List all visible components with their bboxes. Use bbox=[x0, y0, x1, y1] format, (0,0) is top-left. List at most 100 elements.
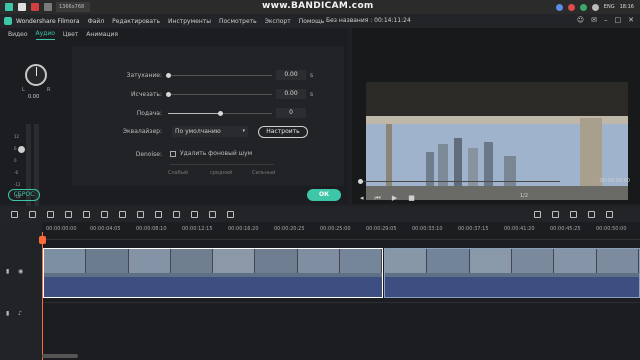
delete-icon[interactable] bbox=[47, 210, 54, 218]
record-taskbar-icon[interactable] bbox=[31, 3, 39, 11]
denoise-check-label: Удалить фоновый шум bbox=[180, 150, 253, 157]
video-frame bbox=[366, 82, 628, 200]
stabilize-icon[interactable] bbox=[173, 210, 180, 218]
playback-scrubber[interactable] bbox=[358, 179, 363, 184]
playhead-handle[interactable] bbox=[39, 236, 46, 244]
marker-icon[interactable] bbox=[552, 210, 559, 218]
ruler-tick: 00:00:20:25 bbox=[274, 226, 305, 232]
balance-knob[interactable] bbox=[25, 64, 47, 86]
menu-bar: Wondershare Filmora Файл Редактировать И… bbox=[0, 14, 640, 28]
video-track-lock-icon[interactable]: ▮ bbox=[6, 268, 9, 275]
notification-icon[interactable]: ✉ bbox=[591, 16, 597, 24]
reset-button[interactable]: СБРОС bbox=[8, 189, 40, 201]
db-scale-label: 6 bbox=[14, 146, 17, 151]
tray-app-icon[interactable] bbox=[555, 3, 563, 11]
clip-audio-waveform bbox=[44, 277, 382, 297]
step-back-icon[interactable]: ⏮ bbox=[375, 194, 381, 203]
zoom-out-icon[interactable] bbox=[588, 210, 595, 218]
wifi-icon[interactable] bbox=[591, 3, 599, 11]
denoise-track bbox=[170, 164, 274, 165]
render-icon[interactable] bbox=[534, 210, 541, 218]
tab-color[interactable]: Цвет bbox=[63, 31, 78, 40]
zoom-in-icon[interactable] bbox=[606, 210, 613, 218]
clock[interactable]: 18:16 bbox=[620, 4, 634, 10]
clip-thumbnail bbox=[596, 249, 639, 273]
pitch-input[interactable]: 0 bbox=[276, 108, 306, 118]
pitch-thumb[interactable] bbox=[218, 111, 223, 116]
ok-button[interactable]: ОК bbox=[307, 189, 341, 201]
tab-animation[interactable]: Анимация bbox=[86, 31, 118, 40]
app-taskbar-icon[interactable] bbox=[44, 3, 52, 11]
stop-icon[interactable]: ■ bbox=[408, 194, 415, 202]
menu-view[interactable]: Посмотреть bbox=[219, 18, 257, 25]
ruler-tick: 00:00:04:05 bbox=[90, 226, 121, 232]
tray-record-icon[interactable] bbox=[567, 3, 575, 11]
redo-icon[interactable] bbox=[29, 210, 36, 218]
fade-in-input[interactable]: 0.00 bbox=[276, 70, 306, 80]
equalizer-label: Эквалайзер: bbox=[122, 128, 162, 135]
prev-frame-icon[interactable]: ◂ bbox=[360, 194, 364, 202]
ruler-tick: 00:00:50:00 bbox=[596, 226, 627, 232]
audio-mixer-icon[interactable] bbox=[137, 210, 144, 218]
play-icon[interactable]: ▶ bbox=[392, 194, 397, 202]
menu-edit[interactable]: Редактировать bbox=[112, 18, 160, 25]
maximize-icon[interactable]: □ bbox=[615, 16, 622, 24]
volume-slider-handle[interactable] bbox=[18, 146, 25, 153]
taskbar-tab[interactable]: 1366x768 bbox=[56, 2, 90, 12]
project-title: Без названия : 00:14:11:24 bbox=[326, 17, 411, 24]
track-headers: ▮ ◉ ▮ ♪ bbox=[0, 222, 42, 360]
undo-icon[interactable] bbox=[11, 210, 18, 218]
knob-needle bbox=[36, 67, 37, 76]
menu-help[interactable]: Помощь bbox=[299, 18, 325, 25]
fade-out-track[interactable] bbox=[168, 94, 272, 95]
tab-video[interactable]: Видео bbox=[8, 31, 28, 40]
filmora-taskbar-icon[interactable] bbox=[5, 3, 13, 11]
keyframe-icon[interactable] bbox=[191, 210, 198, 218]
playhead[interactable] bbox=[42, 232, 43, 360]
close-icon[interactable]: ✕ bbox=[628, 16, 634, 24]
tab-audio[interactable]: Аудио bbox=[35, 30, 55, 40]
timeline-scrollbar[interactable] bbox=[42, 354, 78, 358]
voiceover-icon[interactable] bbox=[570, 210, 577, 218]
preview-page-indicator[interactable]: 1/2 bbox=[520, 193, 528, 199]
audio-track[interactable] bbox=[42, 302, 640, 303]
account-icon[interactable]: ☺ bbox=[577, 16, 584, 24]
timeline-ruler[interactable]: 00:00:00:00 00:00:04:05 00:00:08:10 00:0… bbox=[42, 222, 640, 240]
split-icon[interactable] bbox=[227, 210, 234, 218]
clip-thumbnail bbox=[511, 249, 555, 273]
video-track-visibility-icon[interactable]: ◉ bbox=[18, 268, 23, 275]
fade-in-label: Затухание: bbox=[126, 72, 162, 79]
cut-icon[interactable] bbox=[65, 210, 72, 218]
playback-progress[interactable] bbox=[360, 181, 560, 182]
audio-track-mute-icon[interactable]: ♪ bbox=[18, 310, 22, 317]
tray-status-icon[interactable] bbox=[579, 3, 587, 11]
menu-tools[interactable]: Инструменты bbox=[168, 18, 211, 25]
fade-out-input[interactable]: 0.00 bbox=[276, 89, 306, 99]
menu-file[interactable]: Файл bbox=[88, 18, 105, 25]
denoise-checkbox[interactable] bbox=[170, 151, 176, 157]
ruler-tick: 00:00:08:10 bbox=[136, 226, 167, 232]
fade-in-thumb[interactable] bbox=[166, 73, 171, 78]
equalizer-icon[interactable] bbox=[209, 210, 216, 218]
minimize-icon[interactable]: – bbox=[604, 16, 608, 24]
balance-value: 0.00 bbox=[28, 94, 40, 100]
menu-export[interactable]: Экспорт bbox=[265, 18, 291, 25]
fade-in-track[interactable] bbox=[168, 75, 272, 76]
video-clip-2[interactable] bbox=[384, 248, 640, 298]
equalizer-select[interactable]: По умолчанию ▾ bbox=[172, 126, 248, 137]
audio-track-lock-icon[interactable]: ▮ bbox=[6, 310, 9, 317]
clip-thumbnail bbox=[385, 249, 428, 273]
video-frame-image bbox=[366, 82, 628, 200]
speed-icon[interactable] bbox=[101, 210, 108, 218]
fade-out-thumb[interactable] bbox=[166, 92, 171, 97]
color-icon[interactable] bbox=[119, 210, 126, 218]
green-screen-icon[interactable] bbox=[155, 210, 162, 218]
clip-thumbnail bbox=[297, 249, 340, 273]
volume-area: L R 0.00 12 6 0 -6 -12 -18 -24 -30 bbox=[0, 46, 72, 224]
browser-taskbar-icon[interactable] bbox=[18, 3, 26, 11]
fade-out-label: Исчезать: bbox=[131, 91, 162, 98]
language-indicator[interactable]: ENG bbox=[604, 4, 615, 10]
crop-icon[interactable] bbox=[83, 210, 90, 218]
equalizer-customize-button[interactable]: Настроить bbox=[258, 126, 308, 138]
video-clip-1[interactable] bbox=[43, 248, 383, 298]
